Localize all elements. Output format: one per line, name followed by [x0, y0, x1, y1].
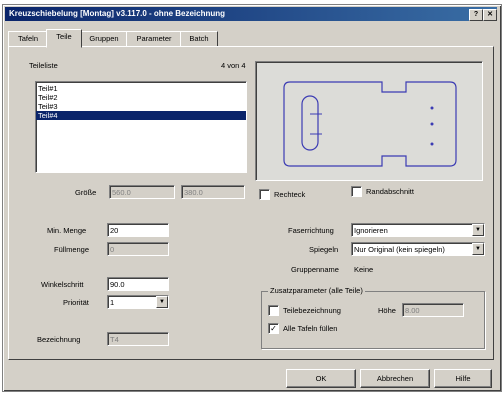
tab-label: Batch	[189, 34, 209, 43]
tab-parameter[interactable]: Parameter	[126, 31, 182, 47]
tab-tafeln[interactable]: Tafeln	[8, 31, 48, 47]
title-bar: Kreuzschiebelung [Montag] v3.117.0 - ohn…	[5, 7, 497, 21]
tab-label: Parameter	[136, 34, 172, 43]
bezeichnung-label: Bezeichnung	[37, 335, 81, 344]
hoehe-label: Höhe	[378, 306, 396, 315]
min-menge-label: Min. Menge	[47, 226, 87, 235]
spiegeln-label: Spiegeln	[309, 245, 339, 254]
tab-panel: Teileliste 4 von 4 Teil#1 Teil#2 Teil#3 Tei…	[8, 46, 494, 360]
parts-list[interactable]: Teil#1 Teil#2 Teil#3 Teil#4	[35, 81, 247, 173]
part-preview	[255, 61, 483, 181]
list-item[interactable]: Teil#3	[36, 102, 246, 111]
randabschnitt-label: Randabschnitt	[366, 187, 414, 196]
hilfe-button[interactable]: Hilfe	[434, 369, 492, 388]
zusatzparameter-group: Zusatzparameter (alle Teile) Teilebezeic…	[261, 286, 485, 349]
chevron-down-icon[interactable]: ▼	[472, 243, 484, 255]
chevron-down-icon[interactable]: ▼	[156, 296, 168, 308]
tab-label: Gruppen	[89, 34, 119, 43]
bezeichnung-input[interactable]: T4	[107, 332, 169, 346]
teilebezeichnung-label: Teilebezeichnung	[283, 306, 341, 315]
tab-batch[interactable]: Batch	[180, 31, 218, 47]
close-title-button[interactable]: ✕	[483, 9, 497, 21]
window-title: Kreuzschiebelung [Montag] v3.117.0 - ohn…	[9, 9, 226, 18]
zusatzparameter-title: Zusatzparameter (alle Teile)	[268, 286, 365, 295]
fuellmenge-input[interactable]: 0	[107, 242, 169, 256]
help-title-button[interactable]: ?	[469, 9, 483, 21]
ok-button[interactable]: OK	[286, 369, 356, 388]
list-item[interactable]: Teil#2	[36, 93, 246, 102]
hoehe-input[interactable]: 8.00	[402, 303, 464, 317]
alle-tafeln-label: Alle Tafeln füllen	[283, 324, 338, 333]
rechteck-checkbox[interactable]	[259, 189, 270, 200]
winkelschritt-label: Winkelschritt	[41, 280, 84, 289]
size-height-input[interactable]: 380.0	[181, 185, 245, 199]
gruppenname-label: Gruppenname	[291, 265, 339, 274]
parts-count: 4 von 4	[221, 61, 246, 70]
list-item[interactable]: Teil#4	[36, 111, 246, 120]
part-shape-preview	[283, 81, 457, 167]
tab-label: Teile	[56, 32, 72, 41]
teilebezeichnung-checkbox[interactable]	[268, 305, 279, 316]
randabschnitt-checkbox[interactable]	[351, 186, 362, 197]
parts-list-header: Teileliste	[29, 61, 58, 70]
size-label: Größe	[75, 188, 97, 197]
alle-tafeln-checkbox[interactable]: ✓	[268, 323, 279, 334]
abbrechen-button[interactable]: Abbrechen	[360, 369, 430, 388]
prioritaet-label: Priorität	[63, 298, 89, 307]
fuellmenge-label: Füllmenge	[54, 245, 90, 254]
prioritaet-select[interactable]: 1 ▼	[107, 295, 169, 309]
spiegeln-select[interactable]: Nur Original (kein spiegeln) ▼	[351, 242, 485, 256]
spiegeln-value: Nur Original (kein spiegeln)	[354, 245, 445, 254]
chevron-down-icon[interactable]: ▼	[472, 224, 484, 236]
tab-teile[interactable]: Teile	[46, 29, 82, 48]
min-menge-input[interactable]: 20	[107, 223, 169, 237]
tab-gruppen[interactable]: Gruppen	[80, 31, 128, 47]
faserrichtung-select[interactable]: Ignorieren ▼	[351, 223, 485, 237]
tab-label: Tafeln	[17, 34, 38, 43]
prioritaet-value: 1	[110, 298, 115, 307]
rechteck-label: Rechteck	[274, 190, 306, 199]
faserrichtung-label: Faserrichtung	[288, 226, 334, 235]
list-item[interactable]: Teil#1	[36, 84, 246, 93]
size-width-input[interactable]: 560.0	[109, 185, 175, 199]
winkelschritt-input[interactable]: 90.0	[107, 277, 169, 291]
gruppenname-value: Keine	[354, 265, 374, 274]
faserrichtung-value: Ignorieren	[354, 226, 388, 235]
